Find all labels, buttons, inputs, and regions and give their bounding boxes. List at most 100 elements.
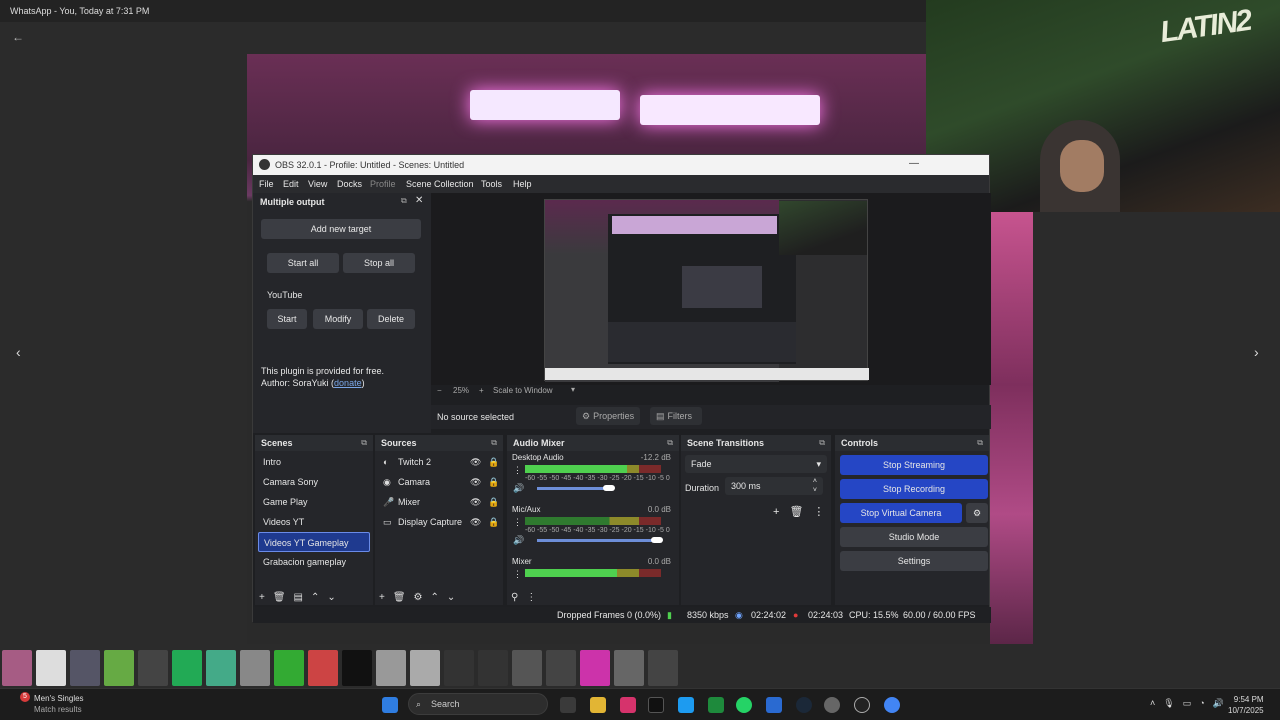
eye-icon[interactable]: 👁	[470, 452, 481, 472]
scene-item[interactable]: Intro	[258, 452, 370, 472]
link-icon[interactable]: ⚲	[511, 592, 518, 603]
trash-icon[interactable]: 🗑	[789, 506, 803, 518]
source-item[interactable]: ▭ Display Capture 👁 🔒	[378, 512, 500, 532]
media-thumbnail[interactable]	[172, 650, 202, 686]
wifi-icon[interactable]: ◔	[1199, 698, 1212, 708]
volume-slider[interactable]	[537, 487, 609, 490]
media-thumbnail[interactable]	[376, 650, 406, 686]
file-explorer-icon[interactable]	[590, 697, 606, 713]
stop-streaming-button[interactable]: Stop Streaming	[840, 455, 988, 475]
menu-docks[interactable]: Docks	[337, 179, 362, 189]
menu-view[interactable]: View	[308, 179, 327, 189]
delete-button[interactable]: Delete	[367, 309, 415, 329]
stop-all-button[interactable]: Stop all	[343, 253, 415, 273]
media-thumbnail[interactable]	[648, 650, 678, 686]
menu-help[interactable]: Help	[513, 179, 532, 189]
float-dock-icon[interactable]: ⧉	[667, 438, 673, 448]
scene-item[interactable]: Grabacion gameplay	[258, 552, 370, 572]
next-chevron-icon[interactable]: ›	[1254, 344, 1259, 360]
windows-start-icon[interactable]	[382, 697, 398, 713]
media-thumbnail[interactable]	[274, 650, 304, 686]
scene-item[interactable]: Game Play	[258, 492, 370, 512]
volume-knob[interactable]	[651, 537, 663, 543]
menu-tools[interactable]: Tools	[481, 179, 502, 189]
mic-icon[interactable]: 🎙	[1163, 698, 1182, 708]
media-thumbnail[interactable]	[138, 650, 168, 686]
media-thumbnail[interactable]	[70, 650, 100, 686]
excel-icon[interactable]	[708, 697, 724, 713]
system-tray[interactable]: ˄🎙▭◔🔊	[1150, 698, 1232, 709]
whatsapp-icon[interactable]	[736, 697, 752, 713]
preview-area[interactable]: − 25% + Scale to Window ▾	[431, 193, 991, 395]
zoom-out-icon[interactable]: −	[437, 386, 442, 395]
settings-button[interactable]: Settings	[840, 551, 988, 571]
tiktok-icon[interactable]	[648, 697, 664, 713]
filters-button[interactable]: ▤ Filters	[650, 407, 702, 425]
stop-virtual-camera-button[interactable]: Stop Virtual Camera	[840, 503, 962, 523]
lock-icon[interactable]: 🔒	[488, 452, 499, 472]
scene-item[interactable]: Camara Sony	[258, 472, 370, 492]
float-dock-icon[interactable]: ⧉	[977, 438, 983, 448]
gear-icon[interactable]: ⚙	[966, 503, 988, 523]
app-icon[interactable]	[824, 697, 840, 713]
close-icon[interactable]: ✕	[415, 195, 423, 206]
zoom-in-icon[interactable]: +	[479, 386, 484, 395]
eye-icon[interactable]: 👁	[470, 492, 481, 512]
donate-link[interactable]: donate	[334, 378, 362, 388]
add-icon[interactable]: +	[773, 506, 779, 518]
add-icon[interactable]: +	[259, 592, 265, 603]
more-icon[interactable]: ⋮	[813, 506, 824, 518]
modify-button[interactable]: Modify	[313, 309, 363, 329]
float-dock-icon[interactable]: ⧉	[819, 438, 825, 448]
steam-icon[interactable]	[796, 697, 812, 713]
scale-to-window[interactable]: Scale to Window	[493, 386, 553, 395]
menu-file[interactable]: File	[259, 179, 274, 189]
scene-item-selected[interactable]: Videos YT Gameplay	[258, 532, 370, 552]
start-button[interactable]: Start	[267, 309, 307, 329]
menu-profile[interactable]: Profile	[370, 179, 396, 189]
studio-mode-button[interactable]: Studio Mode	[840, 527, 988, 547]
media-thumbnail[interactable]	[512, 650, 542, 686]
duration-input[interactable]: 300 ms ˄ ˅	[725, 477, 823, 495]
volume-slider[interactable]	[537, 539, 657, 542]
trash-icon[interactable]: 🗑	[273, 592, 286, 603]
news-widget[interactable]: Men's Singles Match results	[34, 693, 84, 715]
stepper-icon[interactable]: ˄ ˅	[813, 477, 817, 495]
speaker-icon[interactable]: 🔊	[513, 483, 524, 494]
start-all-button[interactable]: Start all	[267, 253, 339, 273]
arrow-down-icon[interactable]: ⌄	[447, 592, 455, 603]
media-thumbnail[interactable]	[478, 650, 508, 686]
media-thumbnail[interactable]	[410, 650, 440, 686]
media-thumbnail[interactable]	[36, 650, 66, 686]
eye-icon[interactable]: 👁	[470, 472, 481, 492]
media-thumbnail[interactable]	[206, 650, 236, 686]
more-icon[interactable]: ⋮	[513, 465, 522, 476]
media-thumbnail[interactable]	[546, 650, 576, 686]
menu-scene-collection[interactable]: Scene Collection	[406, 179, 474, 189]
more-icon[interactable]: ⋮	[526, 592, 536, 603]
add-new-target-button[interactable]: Add new target	[261, 219, 421, 239]
lock-icon[interactable]: 🔒	[488, 512, 499, 532]
source-item[interactable]: ◐ Twitch 2 👁 🔒	[378, 452, 500, 472]
float-dock-icon[interactable]: ⧉	[491, 438, 497, 448]
chevron-up-icon[interactable]: ˄	[1150, 698, 1163, 708]
muted-speaker-icon[interactable]: 🔊	[513, 535, 524, 546]
minimize-icon[interactable]: —	[909, 158, 919, 169]
float-dock-icon[interactable]: ⧉	[401, 196, 407, 206]
media-thumbnail[interactable]	[308, 650, 338, 686]
menu-edit[interactable]: Edit	[283, 179, 299, 189]
source-item[interactable]: 🎤 Mixer 👁 🔒	[378, 492, 500, 512]
media-thumbnail[interactable]	[342, 650, 372, 686]
gear-icon[interactable]: ⚙	[414, 592, 423, 603]
chrome-icon[interactable]	[884, 697, 900, 713]
properties-button[interactable]: ⚙ Properties	[576, 407, 640, 425]
more-icon[interactable]: ⋮	[513, 517, 522, 528]
source-item[interactable]: ◉ Camara 👁 🔒	[378, 472, 500, 492]
scene-item[interactable]: Videos YT	[258, 512, 370, 532]
chevron-down-icon[interactable]: ▾	[571, 385, 575, 394]
preview-canvas[interactable]	[544, 199, 869, 382]
media-thumbnail[interactable]	[240, 650, 270, 686]
arrow-up-icon[interactable]: ⌃	[431, 592, 439, 603]
media-thumbnail[interactable]	[2, 650, 32, 686]
more-icon[interactable]: ⋮	[513, 569, 522, 580]
